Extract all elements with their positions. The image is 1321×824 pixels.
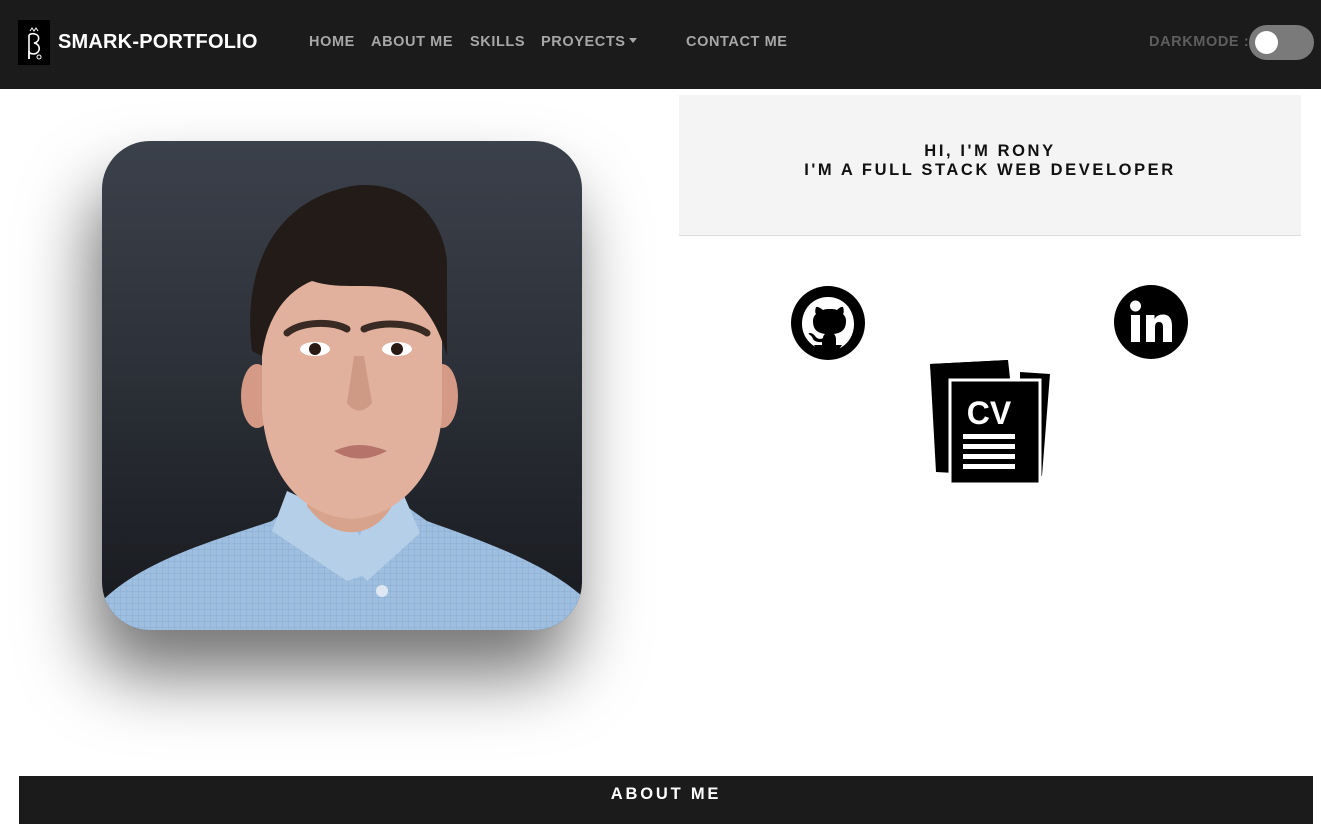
github-icon <box>791 286 865 360</box>
profile-portrait-illustration <box>102 185 582 630</box>
profile-photo <box>102 141 582 630</box>
brand-name: SMARK-PORTFOLIO <box>58 31 258 53</box>
cv-label: CV <box>967 395 1012 431</box>
nav-link-skills[interactable]: SKILLS <box>470 34 525 51</box>
navbar: SMARK-PORTFOLIO HOME ABOUT ME SKILLS PRO… <box>0 0 1321 89</box>
cv-document-icon: CV <box>930 360 1050 486</box>
linkedin-icon <box>1114 285 1188 359</box>
linkedin-link[interactable] <box>1113 284 1189 360</box>
nav-link-about-me[interactable]: ABOUT ME <box>371 34 453 51</box>
greeting-title: HI, I'M RONY <box>924 142 1056 160</box>
darkmode-label: DARKMODE : <box>1149 34 1250 50</box>
nav-link-contact-me[interactable]: CONTACT ME <box>686 34 788 51</box>
greeting-subtitle: I'M A FULL STACK WEB DEVELOPER <box>804 161 1176 179</box>
about-title: ABOUT ME <box>610 785 722 803</box>
brand-link[interactable]: SMARK-PORTFOLIO <box>18 20 258 65</box>
nav-link-home[interactable]: HOME <box>309 34 355 51</box>
github-link[interactable] <box>790 285 866 361</box>
nav-dropdown-proyects[interactable]: PROYECTS <box>541 34 637 51</box>
cv-download-link[interactable]: CV <box>928 358 1052 486</box>
chevron-down-icon <box>628 38 637 43</box>
greeting-card: HI, I'M RONY I'M A FULL STACK WEB DEVELO… <box>679 95 1301 236</box>
darkmode-toggle[interactable] <box>1249 25 1314 60</box>
about-section-header: ABOUT ME <box>19 776 1313 824</box>
nav-dropdown-label: PROYECTS <box>541 34 626 50</box>
toggle-knob <box>1255 31 1278 54</box>
brand-logo-icon <box>18 20 50 65</box>
